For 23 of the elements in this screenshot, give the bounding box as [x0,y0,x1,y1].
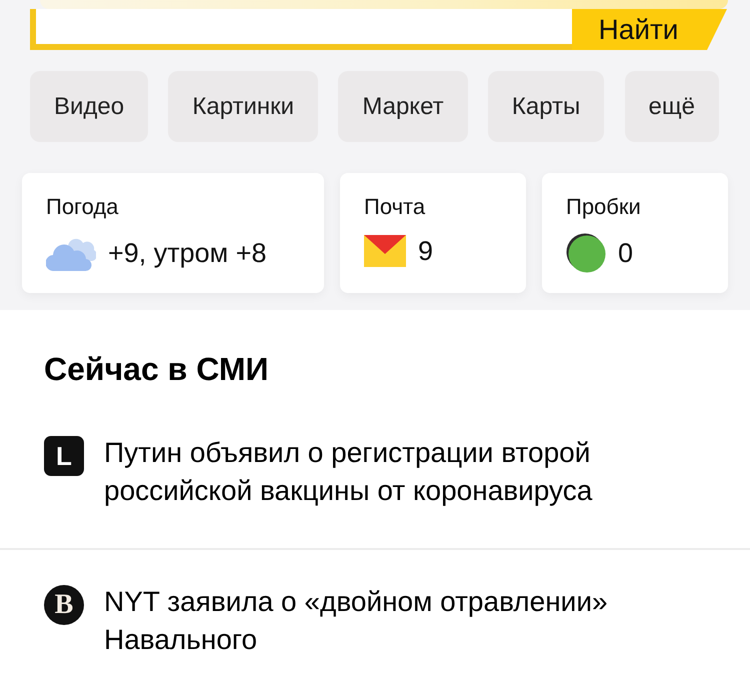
widget-title: Пробки [566,193,641,221]
widget-value: +9, утром +8 [108,237,267,270]
mail-card[interactable]: Почта 9 [340,173,526,293]
widget-value: 9 [418,235,434,268]
news-headline[interactable]: NYT заявила о «двойном отравлении» Навального [104,583,704,659]
source-logo: B [44,585,84,625]
envelope-icon [364,235,406,267]
source-logo: L [44,436,84,476]
widget-title: Почта [364,193,426,221]
traffic-card[interactable]: Пробки 0 [542,173,728,293]
widget-title: Погода [46,193,118,221]
service-button[interactable]: Карты [488,71,604,142]
weather-card[interactable]: Погода +9, утром +8 [22,173,324,293]
search-field[interactable] [30,9,572,50]
widget-value: 0 [618,237,634,270]
section-heading: Сейчас в СМИ [44,350,269,388]
service-button[interactable]: Маркет [338,71,468,142]
status-dot-icon [566,233,606,273]
service-button[interactable]: ещё [624,71,719,142]
service-button[interactable]: Картинки [168,71,318,142]
search-button[interactable]: Найти [572,9,727,50]
news-headline[interactable]: Путин объявил о регистрации второй российской вакцины от коронавируса [104,434,704,510]
service-button[interactable]: Видео [30,71,148,142]
